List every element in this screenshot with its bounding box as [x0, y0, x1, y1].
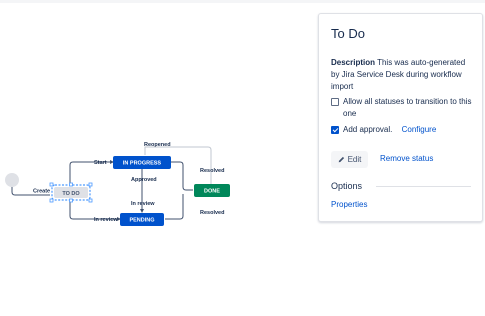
transition-reopened[interactable]: Reopened — [144, 142, 171, 148]
allow-all-label[interactable]: Allow all statuses to transition to this… — [343, 96, 475, 120]
status-label-done: DONE — [204, 189, 220, 195]
initial-node — [5, 173, 19, 187]
configure-link[interactable]: Configure — [402, 125, 437, 134]
panel-title: To Do — [331, 26, 365, 41]
workflow-diagram[interactable]: TO DO IN PROGRESS DONE PENDING Create St… — [0, 0, 310, 316]
edit-label: Edit — [347, 155, 362, 164]
pencil-icon — [338, 156, 344, 163]
add-approval-label[interactable]: Add approval. — [343, 125, 392, 134]
status-label-in-progress: IN PROGRESS — [123, 161, 162, 167]
resolved-bottom-line — [165, 194, 184, 220]
transition-approved[interactable]: Approved — [131, 177, 157, 183]
description-label: Description — [331, 58, 376, 67]
edit-button[interactable]: Edit — [331, 151, 368, 168]
transition-in-review-bottom[interactable]: In review — [94, 217, 118, 223]
properties-link[interactable]: Properties — [331, 200, 367, 209]
options-divider — [376, 186, 471, 187]
options-heading: Options — [331, 181, 363, 191]
transition-create[interactable]: Create — [33, 189, 50, 195]
start-line — [69, 160, 114, 186]
transition-in-review-mid[interactable]: In review — [131, 201, 155, 207]
status-description: Description This was auto-generated by J… — [331, 57, 471, 93]
status-label-todo: TO DO — [62, 191, 80, 197]
add-approval-checkbox[interactable] — [331, 126, 339, 134]
transition-resolved-bottom[interactable]: Resolved — [200, 210, 224, 216]
remove-status-link[interactable]: Remove status — [380, 154, 433, 163]
transition-start[interactable]: Start — [94, 160, 107, 166]
add-approval-row: Add approval. Configure — [343, 124, 436, 136]
status-details-panel: To Do Description This was auto-generate… — [318, 13, 483, 222]
status-label-pending: PENDING — [129, 218, 154, 224]
transition-resolved-top[interactable]: Resolved — [200, 168, 224, 174]
allow-all-checkbox[interactable] — [331, 98, 339, 106]
